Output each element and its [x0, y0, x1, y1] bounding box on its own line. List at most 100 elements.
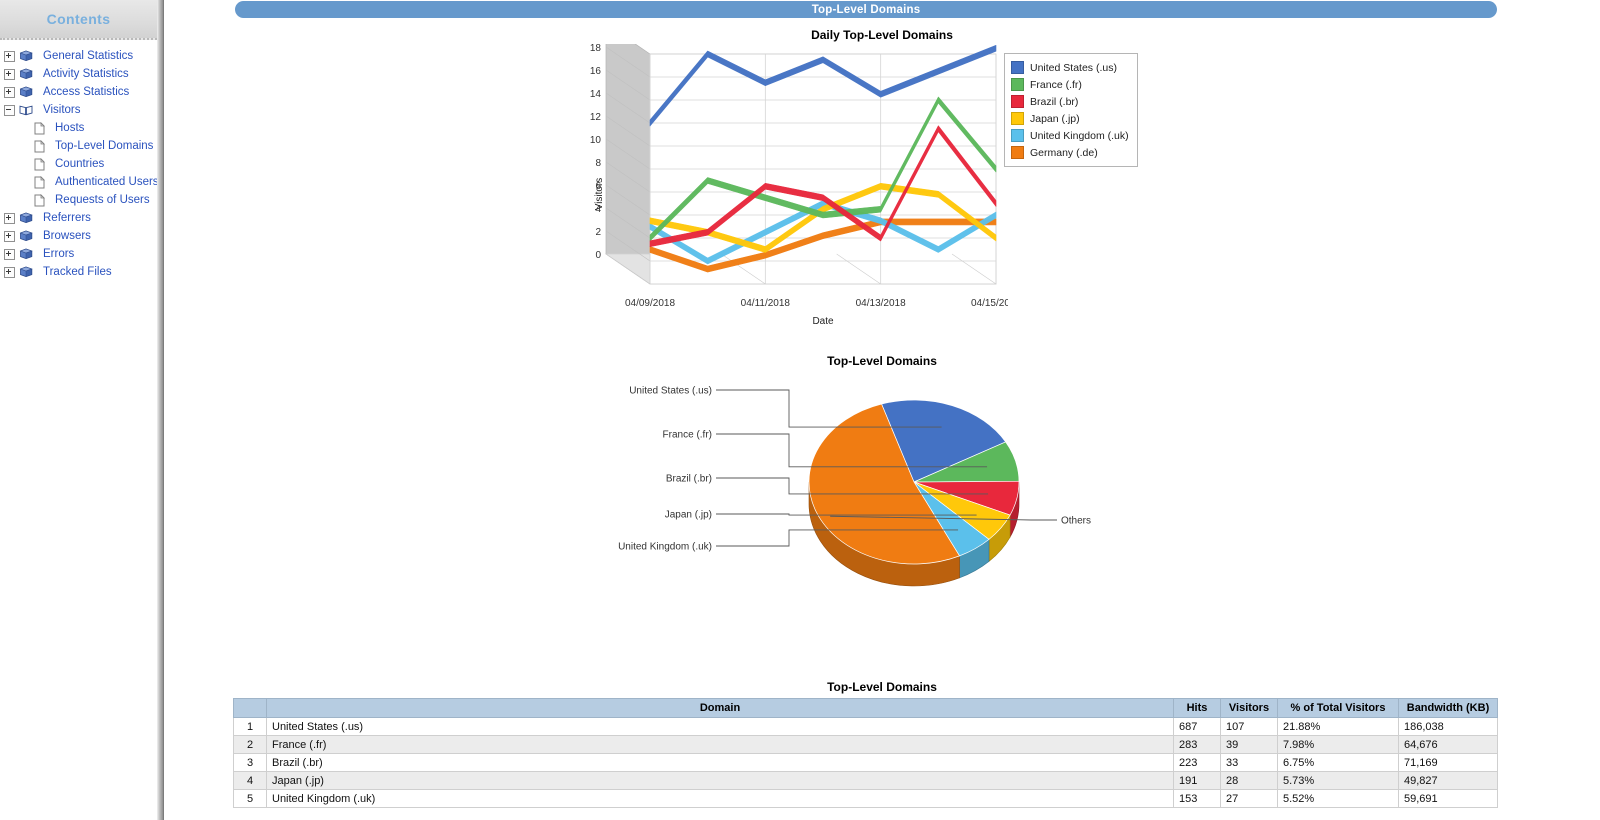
svg-text:8: 8 [595, 158, 601, 169]
page-icon [34, 121, 50, 135]
table-row: 1 United States (.us) 687 107 21.88% 186,038 [233, 717, 1498, 736]
sidebar-item-visitors[interactable]: Visitors [0, 101, 157, 119]
svg-text:2: 2 [595, 227, 601, 238]
sidebar-item-tracked-files[interactable]: Tracked Files [0, 263, 157, 281]
table-row: 2 France (.fr) 283 39 7.98% 64,676 [233, 735, 1498, 754]
pie-chart-svg: United States (.us) France (.fr) Brazil (.… [618, 386, 1091, 587]
legend-swatch-icon [1011, 112, 1024, 125]
cell-bandwidth: 71,169 [1398, 753, 1498, 772]
legend-item: United States (.us) [1011, 59, 1129, 76]
cell-visitors: 107 [1220, 717, 1278, 736]
page-banner: Top-Level Domains [235, 1, 1497, 18]
svg-text:Date: Date [812, 316, 834, 324]
sidebar-item-hosts[interactable]: Hosts [0, 119, 157, 137]
legend-swatch-icon [1011, 78, 1024, 91]
svg-text:04/11/2018: 04/11/2018 [741, 298, 791, 309]
expand-icon[interactable] [4, 68, 15, 80]
cell-rank: 4 [233, 771, 267, 790]
table-header-row: Domain Hits Visitors % of Total Visitors… [233, 698, 1498, 718]
col-visitors: Visitors [1220, 698, 1278, 718]
legend-swatch-icon [1011, 95, 1024, 108]
sidebar-item-access-statistics[interactable]: Access Statistics [0, 83, 157, 101]
legend-label: United Kingdom (.uk) [1030, 129, 1129, 142]
pie-slice-label: France (.fr) [663, 430, 712, 441]
cell-domain: Japan (.jp) [266, 771, 1174, 790]
sidebar-item-label: Top-Level Domains [55, 139, 154, 152]
sidebar-item-top-level-domains[interactable]: Top-Level Domains [0, 137, 157, 155]
top-level-domains-table: Domain Hits Visitors % of Total Visitors… [233, 698, 1498, 808]
closed-book-icon [19, 230, 38, 242]
page-icon [34, 139, 50, 153]
sidebar-item-label: General Statistics [43, 49, 134, 62]
expand-icon[interactable] [4, 266, 15, 278]
svg-text:0: 0 [595, 250, 601, 261]
page-icon [34, 157, 50, 171]
cell-hits: 191 [1173, 771, 1221, 790]
cell-domain: Brazil (.br) [266, 753, 1174, 772]
col-bandwidth: Bandwidth (KB) [1398, 698, 1498, 718]
legend-swatch-icon [1011, 146, 1024, 159]
cell-domain: United Kingdom (.uk) [266, 789, 1174, 808]
expand-icon[interactable] [4, 212, 15, 224]
sidebar-item-label: Referrers [43, 211, 91, 224]
legend-item: Brazil (.br) [1011, 93, 1129, 110]
svg-text:12: 12 [590, 112, 602, 123]
page-icon [34, 175, 50, 189]
cell-visitors: 27 [1220, 789, 1278, 808]
pie-slice-label: Brazil (.br) [666, 474, 712, 485]
sidebar-scrollbar[interactable] [157, 0, 164, 820]
cell-bandwidth: 49,827 [1398, 771, 1498, 790]
cell-pct: 5.73% [1277, 771, 1399, 790]
legend-item: France (.fr) [1011, 76, 1129, 93]
sidebar-item-label: Access Statistics [43, 85, 130, 98]
sidebar-item-countries[interactable]: Countries [0, 155, 157, 173]
table-row: 4 Japan (.jp) 191 28 5.73% 49,827 [233, 771, 1498, 790]
cell-rank: 1 [233, 717, 267, 736]
svg-text:10: 10 [590, 135, 602, 146]
table-title: Top-Level Domains [827, 680, 937, 694]
daily-top-level-domains-chart: 0 2 4 6 8 10 12 14 16 18 Visitors 04/09/2018 04/11/2… [588, 23, 1021, 327]
col-rank [233, 698, 267, 718]
expand-icon[interactable] [4, 86, 15, 98]
top-level-domains-table-wrap: Domain Hits Visitors % of Total Visitors… [233, 698, 1498, 808]
sidebar-item-activity-statistics[interactable]: Activity Statistics [0, 65, 157, 83]
sidebar-item-errors[interactable]: Errors [0, 245, 157, 263]
sidebar-item-label: Tracked Files [43, 265, 112, 278]
col-domain: Domain [266, 698, 1174, 718]
cell-rank: 3 [233, 753, 267, 772]
col-pct: % of Total Visitors [1277, 698, 1399, 718]
expand-icon[interactable] [4, 50, 15, 62]
sidebar-item-general-statistics[interactable]: General Statistics [0, 47, 157, 65]
sidebar-item-referrers[interactable]: Referrers [0, 209, 157, 227]
svg-text:16: 16 [590, 66, 602, 77]
expand-icon[interactable] [4, 230, 15, 242]
cell-hits: 223 [1173, 753, 1221, 772]
svg-text:04/13/2018: 04/13/2018 [856, 298, 906, 309]
cell-rank: 5 [233, 789, 267, 808]
top-level-domains-pie-chart: United States (.us) France (.fr) Brazil (.… [584, 374, 1144, 624]
svg-text:04/09/2018: 04/09/2018 [625, 298, 675, 309]
legend-label: France (.fr) [1030, 78, 1082, 91]
sidebar-item-authenticated-users[interactable]: Authenticated Users [0, 173, 157, 191]
expand-icon[interactable] [4, 248, 15, 260]
legend-label: Brazil (.br) [1030, 95, 1079, 108]
navigation-tree: General Statistics Activity Statistics A… [0, 40, 157, 281]
closed-book-icon [19, 212, 38, 224]
line-chart-legend: United States (.us) France (.fr) Brazil (.… [1004, 53, 1138, 167]
sidebar-item-browsers[interactable]: Browsers [0, 227, 157, 245]
cell-visitors: 39 [1220, 735, 1278, 754]
legend-swatch-icon [1011, 129, 1024, 142]
pie-slice-label: United States (.us) [629, 386, 712, 397]
cell-rank: 2 [233, 735, 267, 754]
pie-slice-label: Others [1061, 516, 1091, 527]
sidebar-item-requests-of-users[interactable]: Requests of Users [0, 191, 157, 209]
closed-book-icon [19, 248, 38, 260]
closed-book-icon [19, 86, 38, 98]
legend-label: United States (.us) [1030, 61, 1117, 74]
cell-pct: 21.88% [1277, 717, 1399, 736]
line-chart-svg: 024681012141618Visitors04/09/2018 04/11/2… [590, 23, 1021, 327]
cell-hits: 283 [1173, 735, 1221, 754]
sidebar-item-label: Activity Statistics [43, 67, 129, 80]
legend-item: Germany (.de) [1011, 144, 1129, 161]
collapse-icon[interactable] [4, 104, 15, 116]
